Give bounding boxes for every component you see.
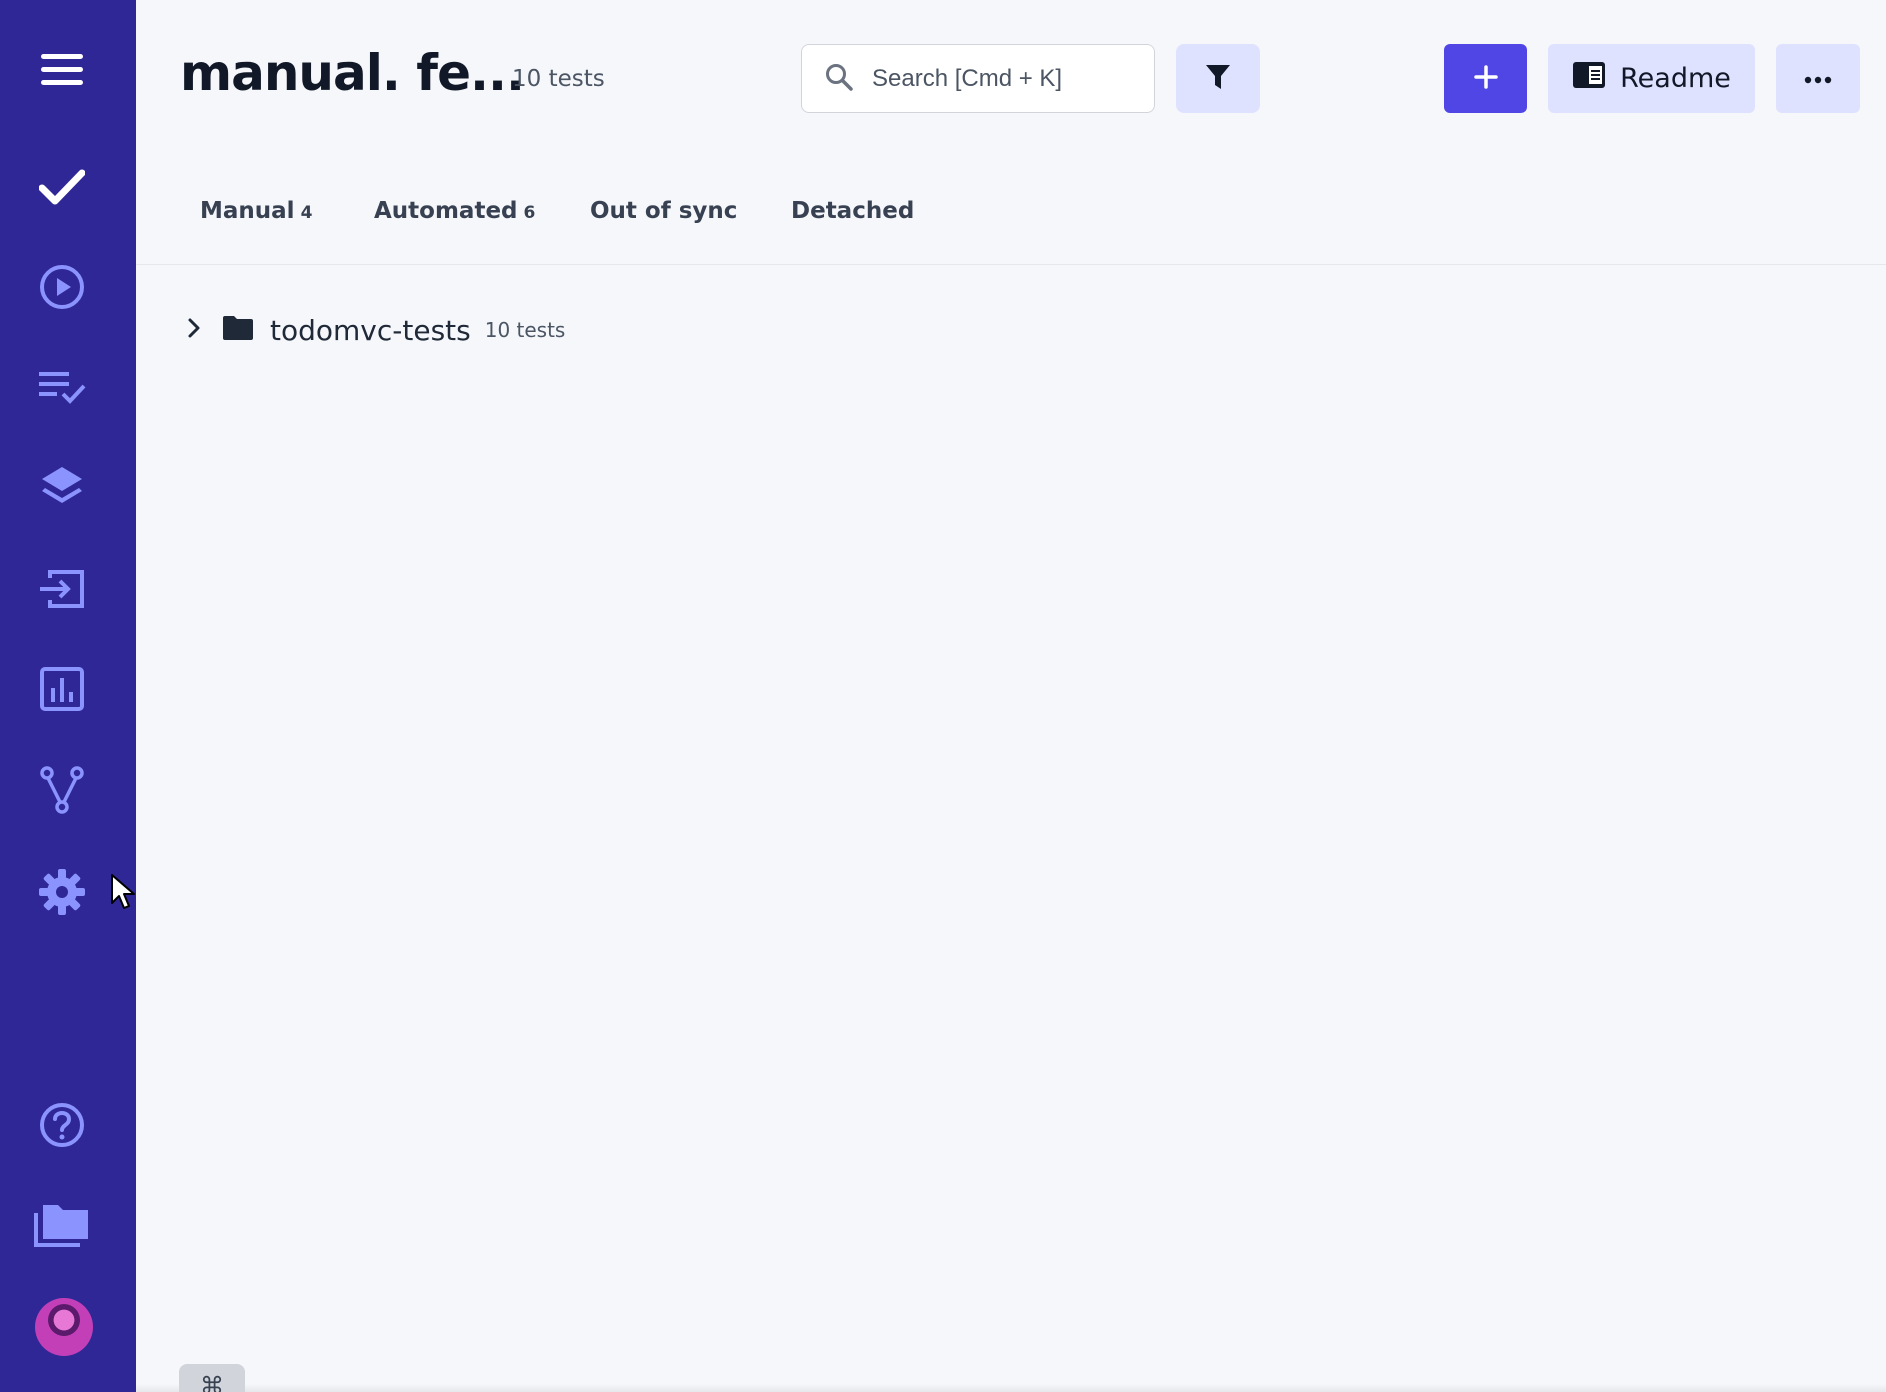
mouse-cursor-icon [110, 873, 136, 915]
more-options-button[interactable] [1776, 44, 1860, 113]
ellipsis-icon [1804, 69, 1832, 88]
tree-row[interactable]: todomvc-tests 10 tests [186, 312, 565, 348]
chevron-right-icon[interactable] [186, 317, 202, 343]
add-button[interactable] [1444, 44, 1527, 113]
page-title: manual. fe... [180, 44, 525, 102]
layers-icon[interactable] [30, 455, 94, 519]
command-key-badge[interactable]: ⌘ [179, 1364, 245, 1392]
tab-detached[interactable]: Detached [791, 198, 914, 224]
readme-button[interactable]: Readme [1548, 44, 1755, 113]
analytics-icon[interactable] [30, 657, 94, 721]
sidebar [0, 0, 136, 1392]
help-icon[interactable] [30, 1093, 94, 1157]
main-content: manual. fe... 10 tests Readme Manual4 [136, 0, 1886, 1392]
tab-automated[interactable]: Automated 6 [374, 198, 535, 224]
tab-count: 6 [523, 203, 536, 223]
tab-label: Manual [200, 198, 295, 224]
search-icon [824, 62, 854, 96]
play-icon[interactable] [30, 255, 94, 319]
tab-bar: Manual 4 Automated 6 Out of sync Detached [136, 190, 1886, 265]
import-icon[interactable] [30, 557, 94, 621]
test-count: 10 tests [512, 66, 605, 92]
tab-out-of-sync[interactable]: Out of sync [590, 198, 737, 224]
tab-manual[interactable]: Manual 4 [200, 198, 312, 224]
filter-button[interactable] [1176, 44, 1260, 113]
folder-name: todomvc-tests [270, 313, 471, 347]
tab-count: 4 [300, 203, 313, 223]
checkmark-icon[interactable] [30, 155, 94, 219]
tab-label: Automated [374, 198, 518, 224]
checklist-icon[interactable] [30, 355, 94, 419]
readme-label: Readme [1620, 63, 1731, 94]
bottom-bar [136, 1384, 1886, 1392]
book-icon [1572, 61, 1606, 96]
plus-icon [1473, 64, 1499, 94]
branch-icon[interactable] [30, 758, 94, 822]
tab-label: Out of sync [590, 198, 738, 224]
filter-icon [1205, 63, 1231, 95]
tab-label: Detached [791, 198, 915, 224]
projects-icon[interactable] [30, 1193, 94, 1257]
search-box[interactable] [801, 44, 1155, 113]
search-input[interactable] [872, 64, 1112, 93]
avatar[interactable] [35, 1298, 93, 1356]
gear-icon[interactable] [30, 860, 94, 924]
folder-test-count: 10 tests [484, 318, 566, 342]
folder-icon [222, 315, 254, 345]
menu-icon[interactable] [30, 38, 94, 102]
